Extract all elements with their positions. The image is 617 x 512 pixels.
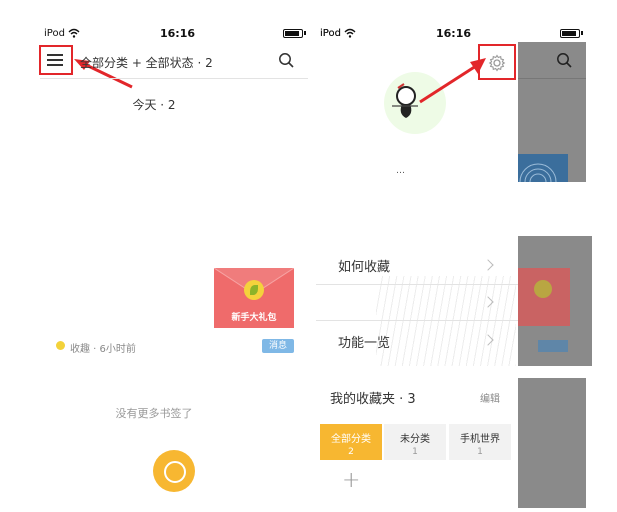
menu-item-features[interactable]: 功能一览 xyxy=(338,332,390,351)
folder-tab-all[interactable]: 全部分类 2 xyxy=(320,424,382,460)
dimmed-feed xyxy=(518,378,586,508)
chat-icon[interactable] xyxy=(153,450,195,492)
background-sketch xyxy=(376,276,516,366)
message-badge: 消息 xyxy=(262,339,294,353)
folder-name: 全部分类 xyxy=(331,434,371,445)
filter-title[interactable]: 全部分类 + 全部状态 · 2 xyxy=(80,54,213,71)
item-meta: 收趣 · 6小时前 xyxy=(70,344,136,355)
dimmed-coin xyxy=(534,280,552,298)
status-bar: iPod 16:16 xyxy=(0,0,308,40)
clock: 16:16 xyxy=(436,27,472,40)
folder-count: 2 xyxy=(348,447,354,457)
folder-count: 1 xyxy=(477,447,483,457)
feed-screen: iPod 16:16 全部分类 + 全部状态 · 2 今天 · 2 新手大礼包 … xyxy=(0,0,308,512)
dimmed-divider xyxy=(518,78,586,79)
end-of-list-text: 没有更多书签了 xyxy=(115,407,193,420)
battery-icon xyxy=(283,29,303,38)
dimmed-badge xyxy=(538,340,568,352)
section-today: 今天 · 2 xyxy=(132,98,176,112)
add-icon[interactable]: + xyxy=(342,468,360,493)
edit-button[interactable]: 编辑 xyxy=(480,390,500,405)
header-divider xyxy=(40,78,308,79)
folder-name: 手机世界 xyxy=(460,434,500,445)
menu-divider xyxy=(316,284,518,285)
search-icon xyxy=(557,53,572,68)
folder-count: 1 xyxy=(412,447,418,457)
source-icon xyxy=(56,341,65,350)
drawer-status-bar: iPod xyxy=(316,0,586,39)
wifi-icon xyxy=(344,28,356,38)
battery-icon xyxy=(560,29,580,38)
chevron-right-icon xyxy=(482,259,494,271)
gift-banner[interactable]: 新手大礼包 xyxy=(214,268,294,328)
wifi-icon xyxy=(68,28,80,38)
menu-divider xyxy=(316,320,518,321)
folder-name: 未分类 xyxy=(400,434,430,445)
dimmed-banner-rings xyxy=(519,163,557,182)
folders-title: 我的收藏夹 · 3 xyxy=(330,392,416,407)
folder-tab-mobile-world[interactable]: 手机世界 1 xyxy=(449,424,511,460)
clock: 16:16 xyxy=(160,27,196,40)
folder-tab-uncategorized[interactable]: 未分类 1 xyxy=(384,424,446,460)
carrier-label-2: iPod xyxy=(320,28,341,39)
carrier-label: iPod xyxy=(44,28,65,39)
drawer-folders: 我的收藏夹 · 3 编辑 全部分类 2 未分类 1 手机世界 1 + xyxy=(316,378,586,508)
banner-text: 新手大礼包 xyxy=(231,313,277,323)
battery-tip xyxy=(581,31,583,35)
leaf-coin-icon xyxy=(244,280,264,300)
battery-tip xyxy=(304,31,306,35)
annotation-box-menu xyxy=(39,45,73,75)
menu-item-how-to-save[interactable]: 如何收藏 xyxy=(338,256,390,275)
arrow-annotation xyxy=(419,58,486,104)
search-icon[interactable] xyxy=(278,52,294,68)
username-label: … xyxy=(396,166,405,176)
drawer-menu: 如何收藏 功能一览 xyxy=(316,236,592,366)
